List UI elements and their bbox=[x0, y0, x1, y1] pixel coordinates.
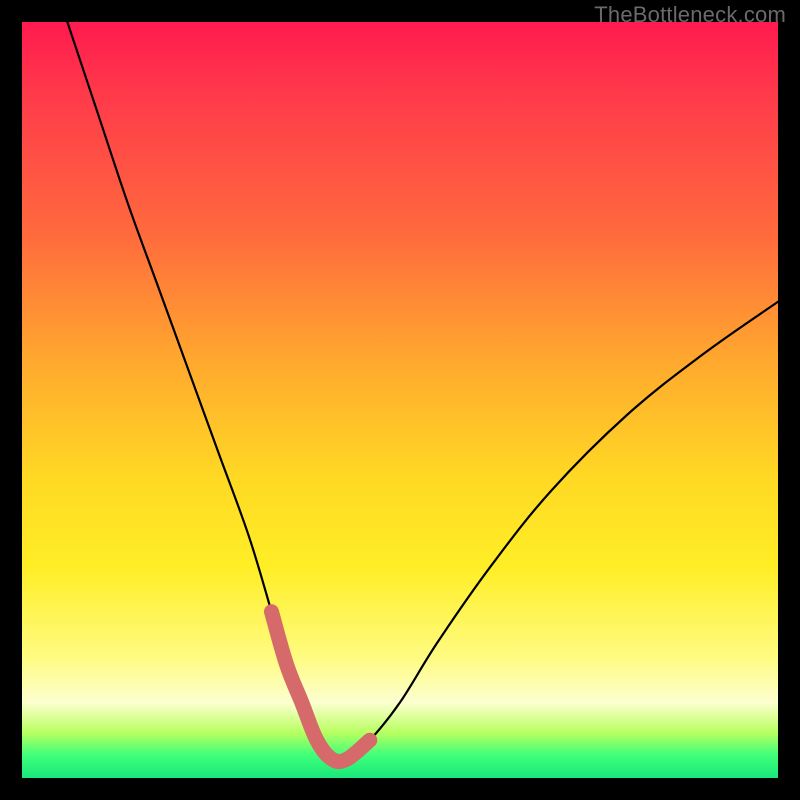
plot-area bbox=[22, 22, 778, 778]
bottleneck-curve-path bbox=[67, 22, 778, 762]
highlight-segment-path bbox=[271, 612, 369, 762]
curve-svg bbox=[22, 22, 778, 778]
chart-frame: TheBottleneck.com bbox=[0, 0, 800, 800]
